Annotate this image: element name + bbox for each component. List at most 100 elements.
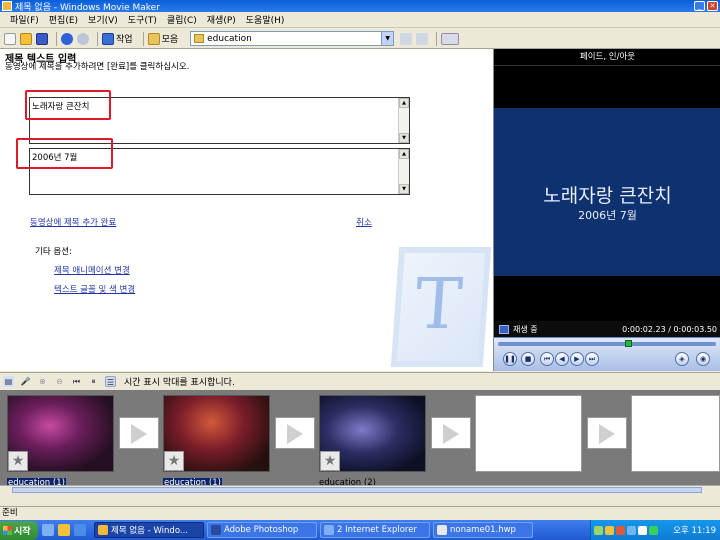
collections-button[interactable]: 모음 [147,32,179,45]
preview-monitor: 페이드, 인/아웃 노래자랑 큰잔치 2006년 7월 재생 중 0:00:02… [493,49,720,371]
storyboard-clip[interactable]: ★ [163,395,270,472]
collection-dropdown[interactable]: education ▼ [190,31,395,46]
storyboard-clip[interactable]: ★ [319,395,426,472]
redo-icon[interactable] [77,32,89,45]
transition-slot[interactable] [431,417,471,449]
title-entry-pane: 제목 텍스트 입력 동영상에 제목을 추가하려면 [완료]를 클릭하십시오. 노… [0,49,493,371]
change-font-color-link[interactable]: 텍스트 글꼴 및 색 변경 [54,283,135,295]
start-button[interactable]: 시작 [0,520,38,540]
empty-clip-slot[interactable] [475,395,582,472]
previous-icon[interactable]: ⏮ [540,352,554,366]
tray-update-icon[interactable] [649,525,658,535]
tasks-icon [102,32,114,45]
subtitle-text-scrollbar[interactable]: ▲ ▼ [398,149,409,194]
storyboard-menu-icon[interactable]: ▤ [3,376,14,387]
menu-clip[interactable]: 클립(C) [167,13,197,26]
menu-file[interactable]: 파일(F) [10,13,39,26]
undo-icon[interactable] [61,32,73,45]
transition-slot[interactable] [119,417,159,449]
subtitle-highlight-box [16,138,113,169]
rewind-storyboard-icon[interactable]: ⏮ [71,376,82,387]
effect-star-icon[interactable]: ★ [320,451,340,471]
pause-icon[interactable]: ❚❚ [503,352,517,366]
quicklaunch-ie-icon[interactable] [42,524,54,536]
effect-star-icon[interactable]: ★ [8,451,28,471]
rewind-icon[interactable]: ◀ [555,352,569,366]
zoom-in-icon[interactable]: ⊕ [37,376,48,387]
title-bar: 제목 없음 - Windows Movie Maker _ ✕ [0,0,720,13]
seek-bar[interactable] [498,342,716,346]
tray-network-icon[interactable] [594,525,603,535]
menu-bar: 파일(F) 편집(E) 보기(V) 도구(T) 클립(C) 재생(P) 도움말(… [0,12,720,28]
zoom-out-icon[interactable]: ⊖ [54,376,65,387]
narration-icon[interactable]: 🎤 [20,376,31,387]
collections-icon [147,32,160,45]
views-icon[interactable] [441,32,460,45]
taskbar-button-label: Adobe Photoshop [224,525,299,535]
taskbar-moviemaker[interactable]: 제목 없음 - Windo... [94,522,204,538]
menu-help[interactable]: 도움말(H) [246,13,285,26]
new-project-icon[interactable] [4,32,16,45]
scroll-down-icon[interactable]: ▼ [399,133,409,143]
playback-status-strip: 재생 중 0:00:02.23 / 0:00:03.50 [494,321,720,337]
transition-slot[interactable] [275,417,315,449]
tray-volume-icon[interactable] [638,525,647,535]
taskbar-internet-explorer[interactable]: 2 Internet Explorer [320,522,430,538]
transition-slot[interactable] [587,417,627,449]
pane-instruction: 동영상에 제목을 추가하려면 [완료]를 클릭하십시오. [5,62,190,72]
up-folder-icon[interactable] [400,32,413,45]
cancel-link[interactable]: 취소 [356,216,372,228]
tasks-button[interactable]: 작업 [102,32,133,45]
menu-edit[interactable]: 편집(E) [49,13,78,26]
done-add-title-link[interactable]: 동영상에 제목 추가 완료 [30,216,116,228]
forward-icon[interactable]: ▶ [570,352,584,366]
toolbar-separator [436,31,438,46]
other-options-label: 기타 옵션: [35,247,72,257]
toolbar-separator [142,31,144,46]
menu-view[interactable]: 보기(V) [88,13,118,26]
new-folder-icon[interactable] [416,32,429,45]
quicklaunch-folder-icon[interactable] [58,524,70,536]
seek-thumb[interactable] [624,340,632,347]
scroll-up-icon[interactable]: ▲ [399,98,409,108]
chevron-down-icon[interactable]: ▼ [381,32,394,45]
play-storyboard-icon[interactable]: ⏸ [88,376,99,387]
title-text-scrollbar[interactable]: ▲ ▼ [398,98,409,143]
effect-star-icon[interactable]: ★ [164,451,184,471]
scroll-down-icon[interactable]: ▼ [399,184,409,194]
hwp-document-icon [437,525,447,535]
transition-arrow-icon [443,424,459,444]
minimize-button[interactable]: _ [694,1,705,11]
next-icon[interactable]: ⏭ [585,352,599,366]
collections-button-label: 모음 [161,35,179,45]
storyboard-clip[interactable]: ★ [7,395,114,472]
menu-play[interactable]: 재생(P) [207,13,236,26]
snapshot-icon[interactable]: ◉ [696,352,710,366]
timeline-toggle-icon[interactable]: ☰ [105,376,116,387]
empty-clip-slot[interactable] [631,395,720,472]
tray-security-icon[interactable] [605,525,614,535]
scroll-up-icon[interactable]: ▲ [399,149,409,159]
tray-ime-icon[interactable] [627,525,636,535]
show-timeline-label[interactable]: 시간 표시 막대를 표시합니다. [124,375,235,388]
close-button[interactable]: ✕ [707,1,718,11]
taskbar-photoshop[interactable]: Adobe Photoshop [207,522,317,538]
menu-tools[interactable]: 도구(T) [128,13,157,26]
change-animation-link[interactable]: 제목 애니메이션 변경 [54,264,130,276]
title-highlight-box [25,90,111,120]
stop-icon[interactable]: ■ [521,352,535,366]
playback-status-icon [499,324,509,334]
storyboard-scroll-thumb[interactable] [12,487,702,493]
taskbar-hwp[interactable]: noname01.hwp [433,522,533,538]
preview-title-text: 노래자랑 큰잔치 [543,185,672,207]
storyboard-scrollbar[interactable] [0,485,720,493]
tray-antivirus-icon[interactable] [616,525,625,535]
preview-screen: 노래자랑 큰잔치 2006년 7월 [494,108,720,276]
transition-arrow-icon [599,424,615,444]
open-folder-icon[interactable] [20,32,32,45]
start-label: 시작 [14,526,31,537]
split-clip-icon[interactable]: ◈ [675,352,689,366]
save-icon[interactable] [36,32,48,45]
folder-icon [194,34,205,43]
quicklaunch-desktop-icon[interactable] [74,524,86,536]
